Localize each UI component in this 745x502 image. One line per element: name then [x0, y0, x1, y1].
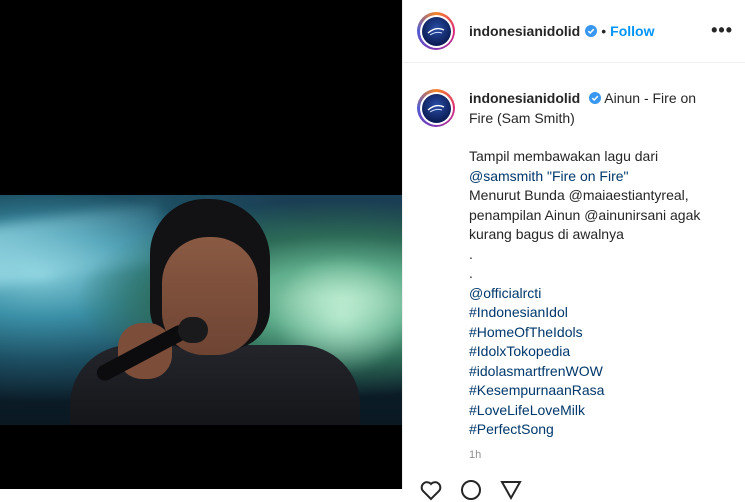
- post-media[interactable]: [0, 0, 402, 489]
- caption-line: .: [469, 245, 473, 262]
- microphone-head: [178, 317, 208, 343]
- caption-line: Tampil membawakan lagu dari: [469, 148, 659, 164]
- hashtag-link[interactable]: #IdolxTokopedia: [469, 342, 719, 362]
- hashtag-link[interactable]: #HomeOfTheIdols: [469, 323, 719, 343]
- hashtag-link[interactable]: #PerfectSong: [469, 420, 719, 440]
- hashtag-link[interactable]: #KesempurnaanRasa: [469, 381, 719, 401]
- stage-light: [0, 202, 160, 288]
- post-side-panel: indonesianidolid • Follow ••• indonesian…: [402, 0, 745, 501]
- caption-line: .: [469, 265, 473, 281]
- comment-icon[interactable]: [459, 478, 483, 502]
- caption-line: penampilan Ainun @ainunirsani agak: [469, 206, 701, 223]
- caption-line: kurang bagus di awalnya: [469, 226, 624, 242]
- caption-line: Menurut Bunda @maiaestiantyreal,: [469, 187, 689, 203]
- share-icon[interactable]: [499, 478, 523, 502]
- caption-text: Tampil membawakan lagu dari @samsmith "F…: [469, 147, 719, 440]
- more-options-icon[interactable]: •••: [711, 20, 733, 41]
- idol-logo-icon: [421, 93, 451, 123]
- separator-dot: •: [601, 23, 607, 39]
- action-bar: [419, 478, 523, 502]
- caption-username[interactable]: indonesianidolid: [469, 90, 580, 106]
- caption-block: indonesianidolid Ainun - Fire on Fire (S…: [403, 63, 745, 465]
- post-header: indonesianidolid • Follow •••: [403, 0, 745, 63]
- hashtag-link[interactable]: #IndonesianIdol: [469, 303, 719, 323]
- follow-button[interactable]: Follow: [610, 23, 654, 39]
- singer-body: [70, 345, 360, 425]
- verified-badge-icon: [585, 25, 598, 37]
- post-timestamp[interactable]: 1h: [469, 446, 719, 466]
- video-frame[interactable]: [0, 195, 402, 425]
- caption-body: indonesianidolid Ainun - Fire on Fire (S…: [469, 89, 719, 465]
- username[interactable]: indonesianidolid: [469, 23, 580, 39]
- avatar[interactable]: [417, 12, 455, 50]
- caption-line[interactable]: @samsmith "Fire on Fire": [469, 167, 719, 187]
- heart-icon[interactable]: [419, 478, 443, 502]
- mention-link[interactable]: @officialrcti: [469, 284, 719, 304]
- caption-avatar[interactable]: [417, 89, 455, 127]
- idol-logo-icon: [421, 16, 451, 46]
- hashtag-link[interactable]: #LoveLifeLoveMilk: [469, 401, 719, 421]
- hashtag-link[interactable]: #idolasmartfrenWOW: [469, 362, 719, 382]
- verified-badge-icon: [589, 92, 602, 104]
